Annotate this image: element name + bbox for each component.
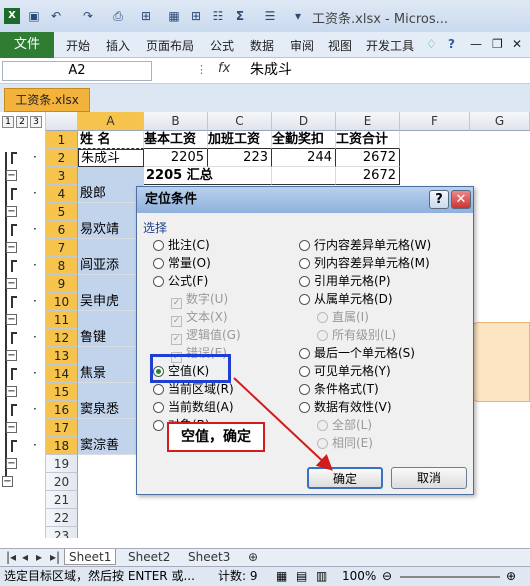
annotation-arrow <box>233 377 333 471</box>
